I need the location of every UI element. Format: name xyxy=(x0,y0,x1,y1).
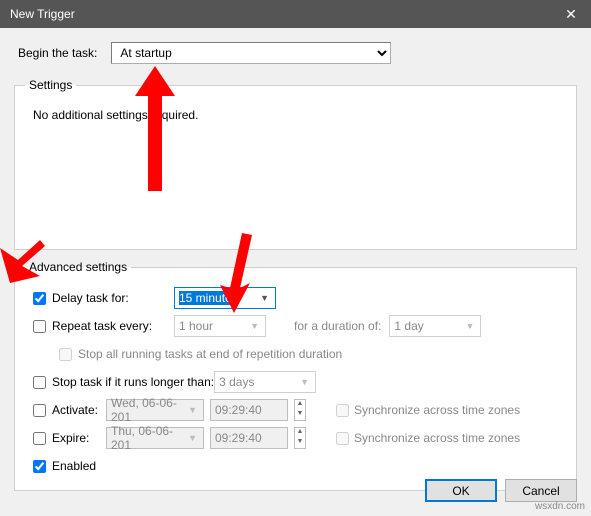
chevron-down-icon: ▼ xyxy=(300,377,311,387)
repeat-row: Repeat task every: 1 hour ▼ for a durati… xyxy=(29,312,566,340)
delay-value-select[interactable]: 15 minutes ▼ xyxy=(174,287,276,309)
delay-checkbox[interactable] xyxy=(33,292,46,305)
stop-at-end-label-wrap: Stop all running tasks at end of repetit… xyxy=(55,345,342,364)
dialog-content: Begin the task: At startup Settings No a… xyxy=(0,28,591,516)
activate-time xyxy=(210,399,288,421)
stop-longer-checkbox-label[interactable]: Stop task if it runs longer than: xyxy=(29,373,214,392)
chevron-down-icon: ▼ xyxy=(188,433,199,443)
activate-sync-checkbox xyxy=(336,404,349,417)
stop-at-end-label: Stop all running tasks at end of repetit… xyxy=(78,347,342,361)
delay-row: Delay task for: 15 minutes ▼ xyxy=(29,284,566,312)
advanced-legend: Advanced settings xyxy=(25,260,131,274)
expire-time xyxy=(210,427,288,449)
activate-checkbox[interactable] xyxy=(33,404,46,417)
activate-label: Activate: xyxy=(52,403,106,417)
stop-longer-checkbox[interactable] xyxy=(33,376,46,389)
titlebar: New Trigger ✕ xyxy=(0,0,591,28)
activate-date: Wed, 06-06-201 ▼ xyxy=(106,399,204,421)
begin-task-select[interactable]: At startup xyxy=(111,42,391,64)
activate-sync-wrap: Synchronize across time zones xyxy=(332,401,520,420)
expire-label: Expire: xyxy=(52,431,106,445)
expire-date: Thu, 06-06-201 ▼ xyxy=(106,427,204,449)
cancel-button[interactable]: Cancel xyxy=(505,479,577,502)
chevron-down-icon: ▼ xyxy=(250,321,261,331)
enabled-checkbox[interactable] xyxy=(33,460,46,473)
repeat-label: Repeat task every: xyxy=(52,319,152,333)
stop-at-end-row: Stop all running tasks at end of repetit… xyxy=(55,340,566,368)
activate-checkbox-label[interactable]: Activate: xyxy=(29,401,106,420)
expire-sync-label: Synchronize across time zones xyxy=(354,431,520,445)
repeat-checkbox-label[interactable]: Repeat task every: xyxy=(29,317,174,336)
delay-label: Delay task for: xyxy=(52,291,129,305)
stop-longer-value-select: 3 days ▼ xyxy=(214,371,316,393)
chevron-down-icon: ▼ xyxy=(465,321,476,331)
expire-row: Expire: Thu, 06-06-201 ▼ ▲▼ Synchronize … xyxy=(29,424,566,452)
window-title: New Trigger xyxy=(10,7,75,21)
settings-legend: Settings xyxy=(25,78,76,92)
duration-value-select: 1 day ▼ xyxy=(389,315,481,337)
expire-sync-checkbox xyxy=(336,432,349,445)
advanced-group: Advanced settings Delay task for: 15 min… xyxy=(14,260,577,491)
activate-row: Activate: Wed, 06-06-201 ▼ ▲▼ Synchroniz… xyxy=(29,396,566,424)
footer-buttons: OK Cancel xyxy=(425,479,577,502)
duration-label: for a duration of: xyxy=(294,319,381,333)
expire-sync-wrap: Synchronize across time zones xyxy=(332,429,520,448)
settings-group: Settings No additional settings required… xyxy=(14,78,577,250)
begin-row: Begin the task: At startup xyxy=(18,42,579,64)
time-spinner: ▲▼ xyxy=(294,399,306,421)
chevron-down-icon: ▼ xyxy=(260,293,271,303)
close-button[interactable]: ✕ xyxy=(551,0,591,28)
watermark: wsxdn.com xyxy=(535,501,585,512)
settings-text: No additional settings required. xyxy=(33,108,566,122)
begin-label: Begin the task: xyxy=(18,46,97,60)
chevron-down-icon: ▼ xyxy=(188,405,199,415)
expire-checkbox-label[interactable]: Expire: xyxy=(29,429,106,448)
expire-checkbox[interactable] xyxy=(33,432,46,445)
stop-longer-row: Stop task if it runs longer than: 3 days… xyxy=(29,368,566,396)
repeat-value-select: 1 hour ▼ xyxy=(174,315,266,337)
activate-sync-label: Synchronize across time zones xyxy=(354,403,520,417)
enabled-row: Enabled xyxy=(29,452,566,480)
stop-longer-label: Stop task if it runs longer than: xyxy=(52,375,214,389)
ok-button[interactable]: OK xyxy=(425,479,497,502)
enabled-label: Enabled xyxy=(52,459,96,473)
enabled-checkbox-label[interactable]: Enabled xyxy=(29,457,174,476)
delay-checkbox-label[interactable]: Delay task for: xyxy=(29,289,174,308)
expire-datetime: Thu, 06-06-201 ▼ ▲▼ xyxy=(106,427,306,449)
repeat-checkbox[interactable] xyxy=(33,320,46,333)
stop-at-end-checkbox xyxy=(59,348,72,361)
time-spinner: ▲▼ xyxy=(294,427,306,449)
activate-datetime: Wed, 06-06-201 ▼ ▲▼ xyxy=(106,399,306,421)
